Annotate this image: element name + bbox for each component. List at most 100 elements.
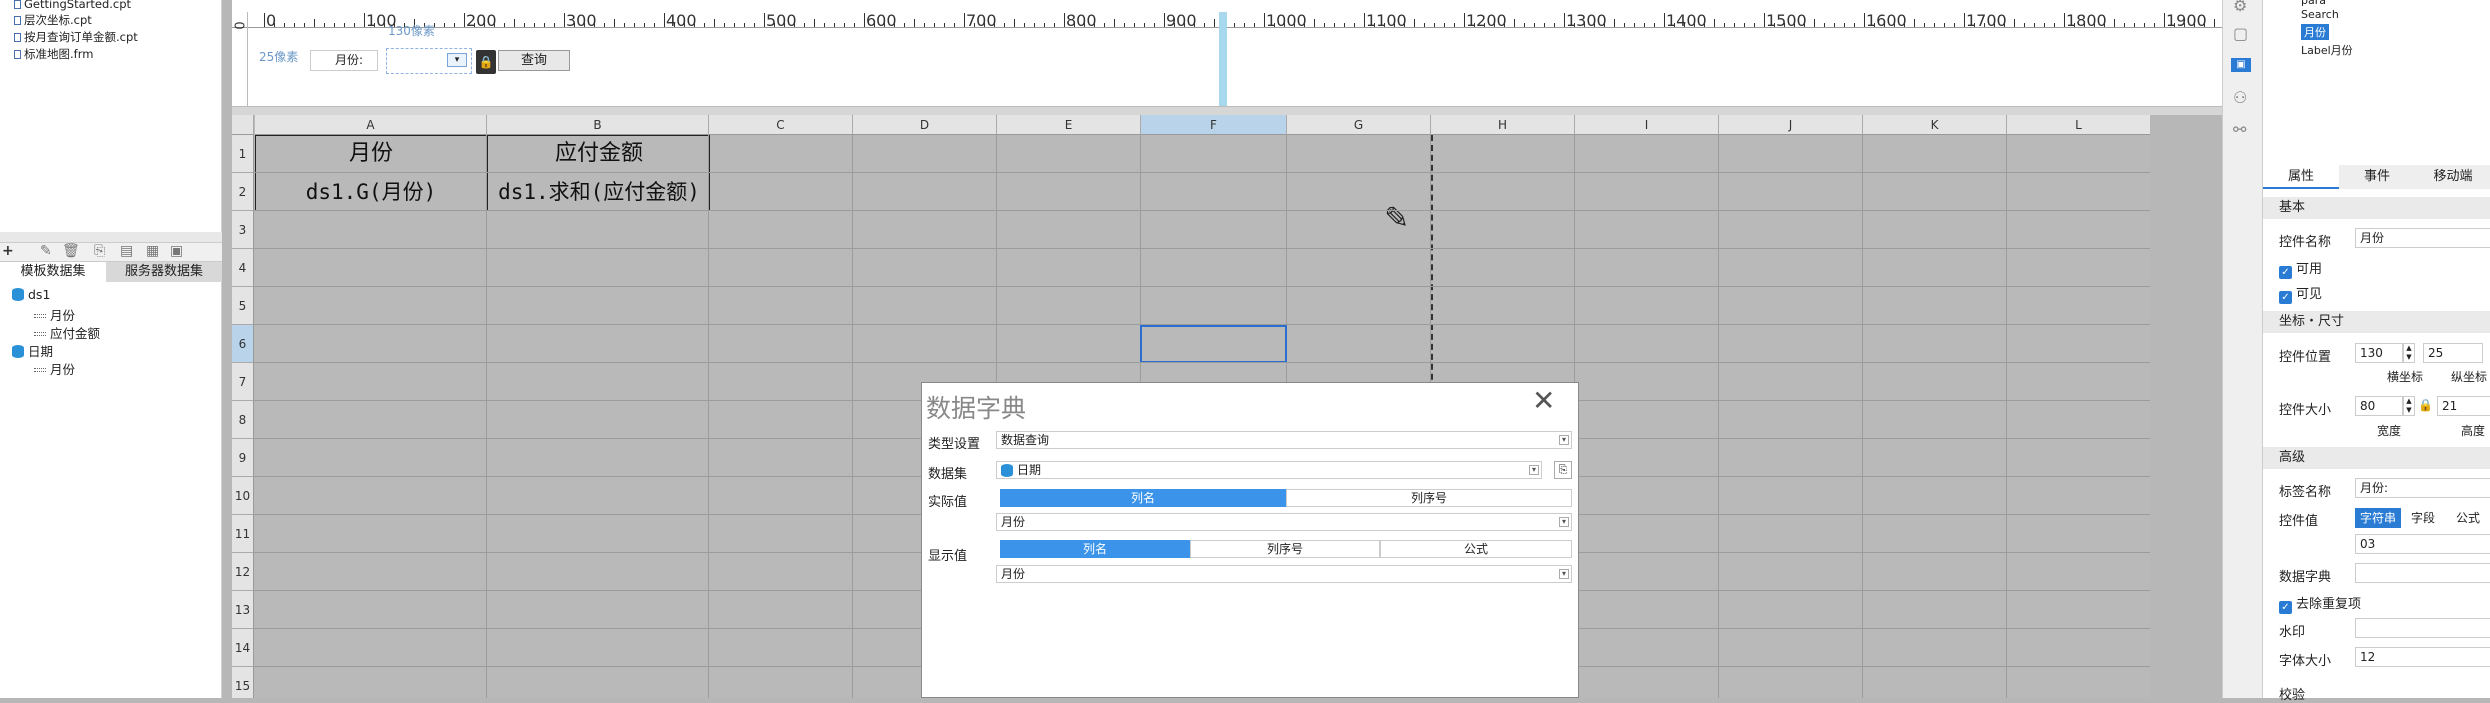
column-header-i[interactable]: I [1575, 115, 1719, 135]
column-header-a[interactable]: A [255, 115, 487, 135]
column-header-b[interactable]: B [487, 115, 709, 135]
row-header-12[interactable]: 12 [232, 553, 254, 591]
corner-header[interactable] [232, 115, 254, 135]
panel-splitter[interactable] [232, 106, 2238, 115]
tab-properties[interactable]: 属性 [2263, 165, 2339, 189]
tab-actual-column-index[interactable]: 列序号 [1286, 489, 1572, 507]
tab-server-dataset[interactable]: 服务器数据集 [106, 262, 222, 282]
property-icon[interactable]: ▣ [2231, 58, 2251, 72]
section-coords[interactable]: 坐标・尺寸 [2263, 311, 2490, 333]
tree-item-para[interactable]: para [2301, 0, 2326, 7]
dict-input[interactable] [2355, 563, 2490, 583]
preview-icon[interactable]: ▤ [120, 243, 133, 259]
value-input[interactable]: 03 [2355, 534, 2490, 554]
column-header-l[interactable]: L [2007, 115, 2150, 135]
column-header-f[interactable]: F [1141, 115, 1287, 135]
column-header-d[interactable]: D [853, 115, 997, 135]
file-item[interactable]: 标准地图.frm [14, 47, 93, 61]
stepper-icon[interactable]: ▲ ▼ [2403, 343, 2415, 363]
tab-mobile[interactable]: 移动端 [2415, 165, 2490, 189]
row-header-7[interactable]: 7 [232, 363, 254, 401]
display-value-select[interactable]: 月份 ▾ [996, 565, 1572, 583]
width-input[interactable]: 80 [2355, 396, 2403, 416]
tree-item-month[interactable]: 月份 [2301, 24, 2329, 40]
add-dataset-button[interactable]: + [2, 243, 14, 259]
tag-input[interactable]: 月份: [2355, 478, 2490, 498]
month-label-widget[interactable]: 月份: [310, 50, 378, 71]
boundary-marker[interactable] [1219, 12, 1227, 107]
column-header-k[interactable]: K [1863, 115, 2007, 135]
tab-display-column-index[interactable]: 列序号 [1190, 540, 1380, 558]
row-header-5[interactable]: 5 [232, 287, 254, 325]
stepper-icon[interactable]: ▲ ▼ [2403, 396, 2415, 416]
splitter[interactable] [0, 232, 222, 242]
tree-item-search[interactable]: Search [2301, 8, 2339, 21]
column-header-h[interactable]: H [1431, 115, 1575, 135]
actual-value-select[interactable]: 月份 ▾ [996, 513, 1572, 531]
enabled-checkbox[interactable]: ✓ 可用 [2279, 258, 2322, 279]
row-header-11[interactable]: 11 [232, 515, 254, 553]
row-header-14[interactable]: 14 [232, 629, 254, 667]
row-header-4[interactable]: 4 [232, 249, 254, 287]
dedupe-checkbox[interactable]: ✓ 去除重复项 [2279, 593, 2361, 614]
pos-y-input[interactable]: 25 [2423, 343, 2483, 363]
tab-value-formula[interactable]: 公式 [2445, 508, 2490, 528]
cell-a2[interactable]: ds1.G(月份) [255, 173, 487, 211]
delete-icon[interactable]: 🗑 [62, 243, 80, 259]
file-item[interactable]: 层次坐标.cpt [14, 13, 92, 27]
tab-value-string[interactable]: 字符串 [2355, 508, 2401, 528]
tree-item-label-month[interactable]: Label月份 [2301, 42, 2353, 58]
row-header-8[interactable]: 8 [232, 401, 254, 439]
row-header-9[interactable]: 9 [232, 439, 254, 477]
tab-display-formula[interactable]: 公式 [1380, 540, 1572, 558]
watermark-input[interactable] [2355, 618, 2490, 638]
dataset-ds1[interactable]: ds1 [12, 287, 50, 302]
tab-display-column-name[interactable]: 列名 [1000, 540, 1190, 558]
column-item[interactable]: 月份 [34, 359, 75, 378]
query-button[interactable]: 查询 [498, 50, 570, 71]
column-item[interactable]: 月份 [34, 305, 75, 324]
lock-icon[interactable]: 🔒 [476, 50, 496, 74]
copy-icon[interactable]: ⎘ [94, 243, 105, 259]
row-header-6[interactable]: 6 [232, 325, 254, 363]
cell-b2[interactable]: ds1.求和(应付金额) [488, 173, 710, 211]
tab-template-dataset[interactable]: 模板数据集 [0, 262, 106, 282]
row-header-15[interactable]: 15 [232, 667, 254, 698]
server-icon[interactable]: ▣ [170, 243, 183, 259]
column-header-j[interactable]: J [1719, 115, 1863, 135]
column-header-c[interactable]: C [709, 115, 853, 135]
tab-actual-column-name[interactable]: 列名 [1000, 489, 1286, 507]
lock-ratio-icon[interactable]: 🔒 [2418, 398, 2433, 412]
file-item[interactable]: 按月查询订单金额.cpt [14, 30, 138, 44]
dataset-date[interactable]: 日期 [12, 341, 53, 360]
visible-checkbox[interactable]: ✓ 可见 [2279, 283, 2322, 304]
column-item[interactable]: 应付金额 [34, 323, 100, 342]
height-input[interactable]: 21 [2437, 396, 2490, 416]
section-basic[interactable]: 基本 [2263, 197, 2490, 219]
tab-value-field[interactable]: 字段 [2403, 508, 2443, 528]
month-combo-selected[interactable]: ▾ [386, 48, 472, 74]
db-icon[interactable]: ▦ [146, 243, 159, 259]
row-header-2[interactable]: 2 [232, 173, 254, 211]
row-header-10[interactable]: 10 [232, 477, 254, 515]
dataset-select[interactable]: 日期 ▾ [996, 461, 1542, 479]
column-header-g[interactable]: G [1287, 115, 1431, 135]
widget-icon[interactable]: ▢ [2233, 24, 2248, 43]
settings-icon[interactable]: ⚙ [2233, 0, 2247, 15]
column-header-e[interactable]: E [997, 115, 1141, 135]
dropdown-arrow-icon[interactable]: ▾ [447, 53, 467, 67]
tab-events[interactable]: 事件 [2339, 165, 2415, 189]
link-icon[interactable]: ⚯ [2233, 120, 2246, 139]
row-header-13[interactable]: 13 [232, 591, 254, 629]
name-input[interactable]: 月份 [2355, 228, 2490, 248]
selected-cell-f6[interactable] [1140, 325, 1287, 363]
layer-icon[interactable]: ⚇ [2233, 88, 2247, 107]
type-select[interactable]: 数据查询 ▾ [996, 431, 1572, 449]
file-item[interactable]: GettingStarted.cpt [14, 0, 131, 11]
row-header-3[interactable]: 3 [232, 211, 254, 249]
pos-x-input[interactable]: 130 [2355, 343, 2403, 363]
font-size-select[interactable]: 12 [2355, 647, 2490, 667]
close-icon[interactable]: ✕ [1532, 387, 1555, 415]
section-advanced[interactable]: 高级 [2263, 447, 2490, 469]
cell-a1[interactable]: 月份 [255, 135, 487, 173]
